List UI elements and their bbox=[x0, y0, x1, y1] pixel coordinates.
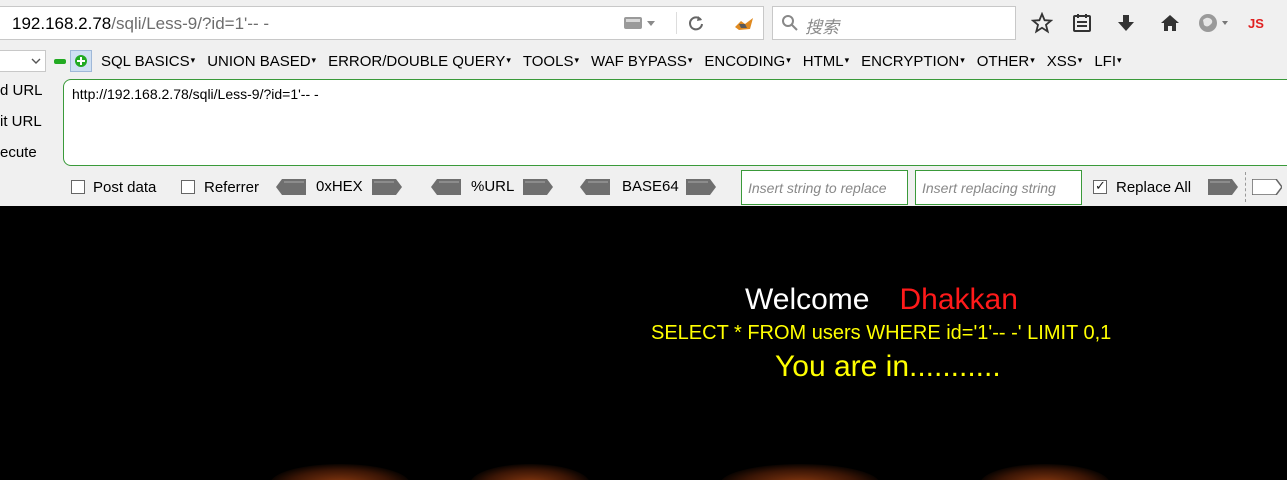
menu-union-based[interactable]: UNION BASED bbox=[207, 53, 316, 70]
hackbar-url-textarea[interactable]: http://192.168.2.78/sqli/Less-9/?id=1'--… bbox=[63, 79, 1287, 166]
hex-label: 0xHEX bbox=[316, 178, 363, 195]
menu-xss[interactable]: XSS bbox=[1047, 53, 1083, 70]
search-box[interactable]: 搜索 bbox=[772, 6, 1016, 40]
menu-error-double-query[interactable]: ERROR/DOUBLE QUERY bbox=[328, 53, 511, 70]
download-icon[interactable] bbox=[1115, 12, 1137, 34]
replacing-string-input[interactable]: Insert replacing string bbox=[915, 170, 1082, 205]
reading-list-icon[interactable] bbox=[1071, 12, 1093, 34]
welcome-text: Welcome bbox=[745, 283, 870, 316]
replace-go-arrow-icon[interactable] bbox=[1208, 179, 1238, 200]
menu-encoding[interactable]: ENCODING bbox=[704, 53, 790, 70]
background-glow bbox=[270, 464, 410, 480]
url-host: 192.168.2.78 bbox=[12, 14, 112, 33]
menu-lfi[interactable]: LFI bbox=[1094, 53, 1121, 70]
menu-other[interactable]: OTHER bbox=[977, 53, 1035, 70]
hackbar-menu: SQL BASICS UNION BASED ERROR/DOUBLE QUER… bbox=[0, 48, 1287, 78]
home-icon[interactable] bbox=[1159, 12, 1181, 34]
referrer-checkbox[interactable] bbox=[181, 180, 195, 194]
base64-encode-arrow-icon[interactable] bbox=[686, 179, 716, 200]
background-glow bbox=[470, 464, 590, 480]
chevron-down-icon bbox=[30, 54, 42, 72]
url-decode-arrow-icon[interactable] bbox=[431, 179, 461, 200]
page-content: Welcome Dhakkan SELECT * FROM users WHERE… bbox=[0, 206, 1287, 480]
load-url-button[interactable]: d URL bbox=[0, 82, 43, 99]
split-url-button[interactable]: it URL bbox=[0, 113, 42, 130]
url-path: /sqli/Less-9/?id=1'-- - bbox=[111, 14, 269, 33]
globe-menu-icon[interactable] bbox=[1196, 12, 1232, 34]
hackbar-select[interactable] bbox=[0, 50, 46, 72]
replace-string-input[interactable]: Insert string to replace bbox=[741, 170, 908, 205]
address-text[interactable]: 192.168.2.78/sqli/Less-9/?id=1'-- - bbox=[12, 14, 269, 34]
js-toggle-icon[interactable]: JS bbox=[1243, 12, 1269, 34]
execute-button[interactable]: ecute bbox=[0, 144, 37, 161]
replace-all-checkbox[interactable] bbox=[1093, 178, 1107, 194]
collapse-icon[interactable] bbox=[53, 54, 67, 73]
menu-waf-bypass[interactable]: WAF BYPASS bbox=[591, 53, 692, 70]
post-data-label: Post data bbox=[93, 179, 157, 196]
search-placeholder: 搜索 bbox=[805, 18, 839, 37]
menu-html[interactable]: HTML bbox=[803, 53, 849, 70]
background-glow bbox=[980, 464, 1110, 480]
post-data-checkbox[interactable] bbox=[71, 180, 85, 194]
separator bbox=[1245, 172, 1246, 202]
url-encode-arrow-icon[interactable] bbox=[523, 179, 553, 200]
bookmark-star-icon[interactable] bbox=[1031, 12, 1053, 34]
url-label: %URL bbox=[471, 178, 515, 195]
page-info-icon[interactable] bbox=[622, 7, 656, 39]
addon-fox-icon[interactable] bbox=[733, 13, 755, 35]
sql-query-text: SELECT * FROM users WHERE id='1'-- -' LI… bbox=[651, 322, 1112, 344]
hackbar-url-value: http://192.168.2.78/sqli/Less-9/?id=1'--… bbox=[72, 86, 319, 102]
referrer-label: Referrer bbox=[204, 179, 260, 196]
welcome-line: Welcome Dhakkan bbox=[745, 283, 1018, 317]
hex-decode-arrow-icon[interactable] bbox=[276, 179, 306, 200]
menu-encryption[interactable]: ENCRYPTION bbox=[861, 53, 965, 70]
base64-decode-arrow-icon[interactable] bbox=[580, 179, 610, 200]
menu-tools[interactable]: TOOLS bbox=[523, 53, 579, 70]
hackbar-options: Post data Referrer 0xHEX %URL BASE64 Ins… bbox=[0, 170, 1287, 206]
result-message: You are in........... bbox=[775, 350, 1001, 383]
base64-label: BASE64 bbox=[622, 178, 679, 195]
browser-nav-bar: 192.168.2.78/sqli/Less-9/?id=1'-- - 搜索 J… bbox=[0, 0, 1287, 48]
address-bar[interactable]: 192.168.2.78/sqli/Less-9/?id=1'-- - bbox=[0, 6, 764, 40]
replace-back-arrow-icon[interactable] bbox=[1251, 178, 1283, 200]
menu-sql-basics[interactable]: SQL BASICS bbox=[101, 53, 195, 70]
background-glow bbox=[720, 464, 880, 480]
replace-all-label: Replace All bbox=[1116, 179, 1192, 196]
hackbar-menu-items: SQL BASICS UNION BASED ERROR/DOUBLE QUER… bbox=[101, 53, 1134, 70]
username-text: Dhakkan bbox=[899, 283, 1018, 316]
search-icon bbox=[781, 14, 799, 37]
expand-icon[interactable] bbox=[70, 50, 92, 72]
reload-icon[interactable] bbox=[686, 7, 706, 39]
hex-encode-arrow-icon[interactable] bbox=[372, 179, 402, 200]
